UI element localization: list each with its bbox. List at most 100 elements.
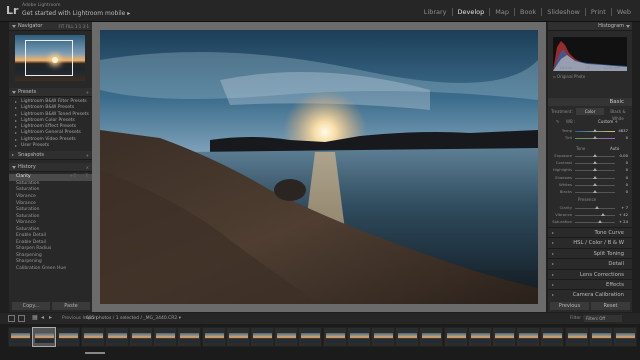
grid-view-icon[interactable]: ▦ <box>32 314 39 321</box>
filmstrip-source[interactable]: 685 photos / 1 selected / _MG_3440.CR2 ▾ <box>86 316 181 321</box>
slider-value[interactable]: + 42 <box>618 212 628 217</box>
slider-value[interactable]: 0 <box>618 175 628 180</box>
slider-value[interactable]: 0 <box>618 167 628 172</box>
section-4[interactable]: Lens Corrections <box>548 268 632 279</box>
navigator-preview[interactable] <box>15 35 85 81</box>
filmstrip-scrollbar[interactable] <box>85 352 105 354</box>
slider-knob[interactable] <box>593 190 597 193</box>
secondary-window-icon[interactable] <box>18 315 25 322</box>
slider-value[interactable]: 0 <box>618 160 628 165</box>
tint-slider[interactable]: Tint 0 <box>552 135 628 141</box>
module-book[interactable]: Book <box>515 8 543 16</box>
histogram[interactable]: 16 mm f/5 1/250 sec <box>553 37 627 71</box>
filmstrip-thumbnail[interactable] <box>613 327 637 347</box>
wb-eyedropper-icon[interactable]: ✎ <box>556 119 559 124</box>
basic-header[interactable]: Basic <box>548 98 632 106</box>
filmstrip-thumbnail[interactable] <box>225 327 250 347</box>
slider-track[interactable] <box>575 215 615 217</box>
filmstrip-thumbnail[interactable] <box>516 327 541 347</box>
filmstrip-thumbnail[interactable] <box>540 327 565 347</box>
filmstrip-thumbnail[interactable] <box>129 327 153 347</box>
history-step[interactable]: Calibration Green Hue <box>9 266 92 273</box>
forward-arrow-icon[interactable]: ▸ <box>49 314 56 321</box>
module-slideshow[interactable]: Slideshow <box>542 8 586 16</box>
filmstrip-thumbnail[interactable] <box>443 327 468 347</box>
slider-value[interactable]: + 7 <box>618 205 628 210</box>
history-header[interactable]: History × <box>9 163 92 173</box>
section-0[interactable]: Tone Curve <box>548 227 632 237</box>
filmstrip-thumbnail[interactable] <box>467 327 492 347</box>
previous-button[interactable]: Previous <box>550 302 589 310</box>
slider-value[interactable]: 0 <box>618 189 628 194</box>
histogram-header[interactable]: Histogram <box>548 22 632 31</box>
slider-value[interactable]: 0 <box>618 182 628 187</box>
snapshots-header[interactable]: Snapshots + <box>9 151 92 161</box>
wb-select[interactable]: Custom ÷ <box>598 119 618 124</box>
filmstrip-thumbnail[interactable] <box>80 327 105 347</box>
filmstrip-thumbnail[interactable] <box>371 327 395 347</box>
identity-plate-title[interactable]: Get started with Lightroom mobile ▸ <box>22 10 130 17</box>
section-3[interactable]: Detail <box>548 258 632 268</box>
section-2[interactable]: Split Toning <box>548 247 632 258</box>
tone-slider-contrast[interactable]: Contrast 0 <box>552 160 628 166</box>
slider-track[interactable] <box>575 222 615 224</box>
navigator-zoom-options[interactable]: FIT FILL 1:1 3:1 <box>58 22 89 31</box>
preset-folder[interactable]: User Presets <box>13 143 92 149</box>
filmstrip-thumbnail[interactable] <box>564 327 589 347</box>
navigator-view-frame[interactable] <box>25 40 73 76</box>
slider-knob[interactable] <box>597 220 602 224</box>
tone-slider-whites[interactable]: Whites 0 <box>552 182 628 188</box>
module-library[interactable]: Library <box>419 8 453 16</box>
filmstrip-thumbnail[interactable] <box>492 327 516 347</box>
slider-knob[interactable] <box>593 182 597 186</box>
filmstrip-thumbnail[interactable] <box>250 327 274 347</box>
paste-button[interactable]: Paste <box>52 302 90 310</box>
presence-slider-clarity[interactable]: Clarity + 7 <box>552 205 628 211</box>
filter-select[interactable]: Filters Off <box>584 315 622 322</box>
tone-slider-shadows[interactable]: Shadows 0 <box>552 175 628 181</box>
main-window-icon[interactable] <box>8 315 15 322</box>
presets-header[interactable]: Presets + <box>9 88 92 97</box>
filmstrip-thumbnail[interactable] <box>274 327 299 347</box>
section-1[interactable]: HSL / Color / B & W <box>548 237 632 247</box>
filmstrip-thumbnail[interactable] <box>346 327 371 347</box>
filmstrip-thumbnail[interactable] <box>56 327 81 347</box>
add-snapshot-icon[interactable]: + <box>86 151 89 160</box>
back-arrow-icon[interactable]: ◂ <box>41 314 48 321</box>
slider-knob[interactable] <box>593 154 597 157</box>
slider-value[interactable]: + 24 <box>618 219 628 224</box>
navigator-header[interactable]: Navigator FIT FILL 1:1 3:1 <box>9 22 92 31</box>
filmstrip-thumbnail[interactable] <box>104 327 129 347</box>
filmstrip-thumbnail[interactable] <box>153 327 178 347</box>
filmstrip-thumbnail[interactable] <box>395 327 420 347</box>
temp-knob[interactable] <box>593 129 597 132</box>
filmstrip-thumbnail[interactable] <box>8 327 32 347</box>
main-photo[interactable] <box>100 30 538 304</box>
filmstrip-thumbnail[interactable] <box>419 327 444 347</box>
slider-knob[interactable] <box>601 213 605 217</box>
module-map[interactable]: Map <box>490 8 516 16</box>
section-6[interactable]: Camera Calibration <box>548 289 632 299</box>
filmstrip-thumbnail[interactable] <box>588 327 613 347</box>
tone-slider-blacks[interactable]: Blacks 0 <box>552 189 628 195</box>
original-photo-label[interactable]: ▫ Original Photo <box>553 74 585 79</box>
filmstrip-thumbnail[interactable] <box>322 327 347 347</box>
filmstrip-thumbnail[interactable] <box>177 327 202 347</box>
slider-knob[interactable] <box>593 161 597 165</box>
tint-knob[interactable] <box>593 136 597 139</box>
filmstrip-thumbnail[interactable] <box>298 327 323 347</box>
treatment-tab[interactable]: Color <box>576 108 604 115</box>
presence-slider-vibrance[interactable]: Vibrance + 42 <box>552 212 628 218</box>
module-print[interactable]: Print <box>586 8 612 16</box>
slider-knob[interactable] <box>593 168 597 172</box>
module-develop[interactable]: Develop <box>453 8 491 16</box>
temp-slider[interactable]: Temp 4837 <box>552 128 628 134</box>
module-web[interactable]: Web <box>612 8 636 16</box>
slider-knob[interactable] <box>593 175 597 179</box>
reset-button[interactable]: Reset <box>591 302 630 310</box>
treatment-tab[interactable]: Black & White <box>604 108 632 121</box>
presence-slider-saturation[interactable]: Saturation + 24 <box>552 219 628 225</box>
auto-tone-button[interactable]: Auto <box>610 146 619 151</box>
add-preset-icon[interactable]: + <box>86 88 89 97</box>
filmstrip-thumbnail[interactable] <box>32 327 57 347</box>
